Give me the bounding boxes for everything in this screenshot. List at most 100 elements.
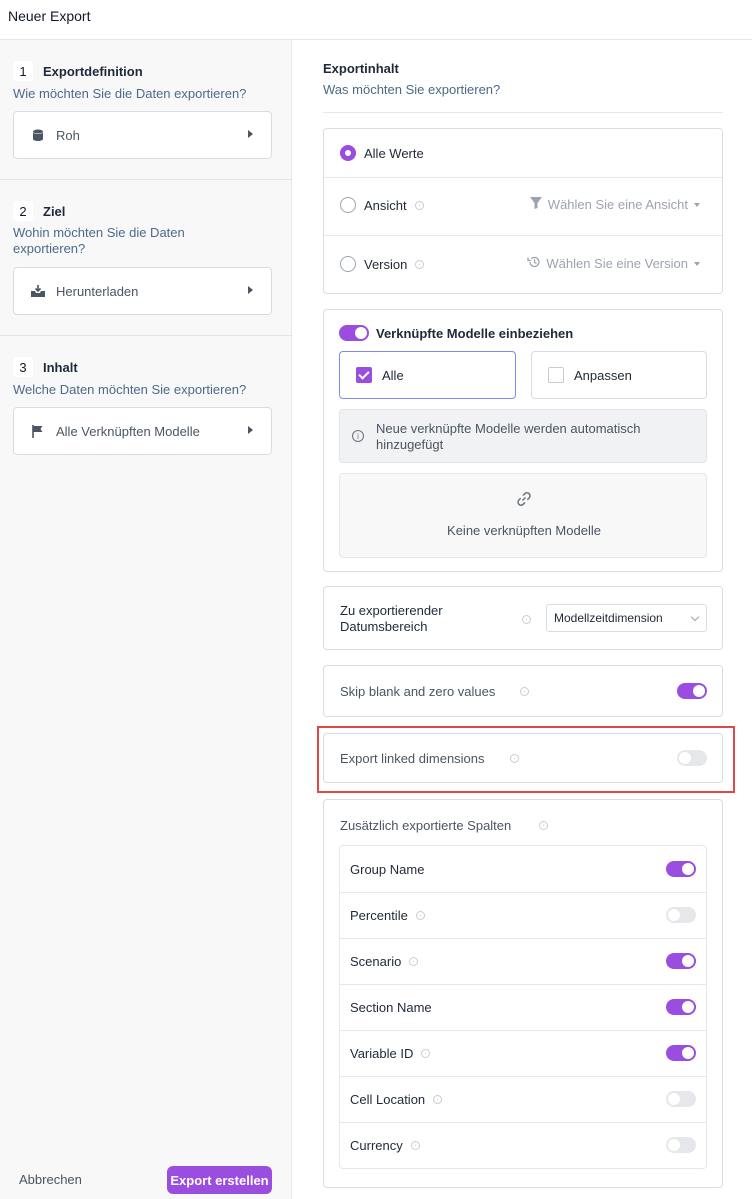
- stepper-panel: 1 Exportdefinition Wie möchten Sie die D…: [0, 40, 292, 1199]
- help-icon: [415, 259, 425, 269]
- column-label: Group Name: [350, 861, 425, 877]
- choice-all-label: Alle: [382, 367, 404, 383]
- filter-icon: [529, 197, 542, 212]
- radio-button[interactable]: [340, 145, 356, 161]
- column-row-currency: Currency: [340, 1122, 706, 1168]
- column-label: Cell Location: [350, 1091, 426, 1107]
- export-linked-dims-toggle[interactable]: [677, 750, 707, 766]
- export-linked-dims-card: Export linked dimensions: [323, 733, 723, 783]
- chevron-down-icon: [690, 612, 700, 622]
- step-3-selector[interactable]: Alle Verknüpften Modelle: [13, 407, 272, 455]
- help-icon: [414, 200, 424, 210]
- column-toggle[interactable]: [666, 907, 696, 923]
- skip-blank-label: Skip blank and zero values: [340, 684, 496, 699]
- choice-custom[interactable]: Anpassen: [531, 351, 707, 399]
- create-export-button[interactable]: Export erstellen: [167, 1166, 272, 1194]
- step-3-header: 3 Inhalt: [13, 357, 78, 377]
- step-3-title: Inhalt: [43, 359, 78, 375]
- column-row-variable-id: Variable ID: [340, 1030, 706, 1076]
- column-toggle[interactable]: [666, 1045, 696, 1061]
- choice-custom-label: Anpassen: [574, 367, 632, 383]
- caret-right-icon: [248, 130, 253, 138]
- divider: [324, 177, 722, 178]
- help-icon: [520, 687, 529, 696]
- choice-all[interactable]: Alle: [339, 351, 516, 399]
- help-icon: [421, 1048, 431, 1058]
- help-icon: [433, 1094, 443, 1104]
- info-text: Neue verknüpfte Modelle werden automatis…: [376, 421, 641, 452]
- column-row-cell-location: Cell Location: [340, 1076, 706, 1122]
- extra-columns-list: Group Name Percentile Scenario Section N…: [339, 845, 707, 1169]
- date-range-value: Modellzeitdimension: [554, 611, 663, 625]
- help-icon: [409, 956, 419, 966]
- column-toggle[interactable]: [666, 861, 696, 877]
- version-picker[interactable]: Wählen Sie eine Version: [527, 256, 700, 271]
- cancel-button[interactable]: Abbrechen: [19, 1172, 82, 1187]
- step-1-selector[interactable]: Roh: [13, 111, 272, 159]
- checkbox[interactable]: [548, 367, 564, 383]
- column-label: Currency: [350, 1137, 403, 1153]
- step-3-question: Welche Daten möchten Sie exportieren?: [13, 382, 247, 397]
- help-icon: [539, 821, 548, 830]
- step-1-number: 1: [13, 61, 33, 81]
- info-banner: i Neue verknüpfte Modelle werden automat…: [339, 409, 707, 463]
- radio-label: Alle Werte: [364, 145, 424, 161]
- export-linked-dims-label: Export linked dimensions: [340, 751, 485, 766]
- date-range-select[interactable]: Modellzeitdimension: [546, 604, 707, 632]
- column-toggle[interactable]: [666, 999, 696, 1015]
- linked-models-card: Verknüpfte Modelle einbeziehen Alle Anpa…: [323, 309, 723, 572]
- step-2-value: Herunterladen: [56, 283, 139, 299]
- help-icon: [522, 615, 531, 624]
- checkbox[interactable]: [356, 367, 372, 383]
- radio-button[interactable]: [340, 256, 356, 272]
- linked-models-toggle[interactable]: [339, 325, 369, 341]
- caret-right-icon: [248, 286, 253, 294]
- radio-label: Ansicht: [364, 197, 407, 213]
- date-range-label: Zu exportierender Datumsbereich: [340, 603, 443, 634]
- step-2-number: 2: [13, 201, 33, 221]
- column-label: Percentile: [350, 907, 408, 923]
- link-icon: [515, 490, 533, 511]
- column-row-scenario: Scenario: [340, 938, 706, 984]
- view-picker-label: Wählen Sie eine Ansicht: [547, 197, 688, 212]
- step-3-value: Alle Verknüpften Modelle: [56, 423, 200, 439]
- date-range-card: Zu exportierender Datumsbereich Modellze…: [323, 586, 723, 650]
- section-title: Exportinhalt: [323, 61, 399, 76]
- info-icon: i: [352, 430, 364, 442]
- dialog-title: Neuer Export: [8, 8, 91, 24]
- column-row-percentile: Percentile: [340, 892, 706, 938]
- step-2-question: Wohin möchten Sie die Daten exportieren?: [13, 225, 185, 256]
- extra-columns-card: Zusätzlich exportierte Spalten Group Nam…: [323, 799, 723, 1188]
- content-panel: Exportinhalt Was möchten Sie exportieren…: [293, 40, 752, 1199]
- linked-models-label: Verknüpfte Modelle einbeziehen: [376, 326, 574, 341]
- step-2-selector[interactable]: Herunterladen: [13, 267, 272, 315]
- help-icon: [510, 754, 519, 763]
- column-toggle[interactable]: [666, 1137, 696, 1153]
- step-1-value: Roh: [56, 127, 80, 143]
- divider: [324, 235, 722, 236]
- view-picker[interactable]: Wählen Sie eine Ansicht: [529, 197, 700, 212]
- step-1-question: Wie möchten Sie die Daten exportieren?: [13, 86, 247, 101]
- history-icon: [527, 256, 540, 271]
- radio-all-values[interactable]: Alle Werte: [324, 145, 722, 161]
- step-divider: [0, 335, 292, 336]
- column-label: Variable ID: [350, 1045, 414, 1061]
- column-toggle[interactable]: [666, 953, 696, 969]
- step-3-number: 3: [13, 357, 33, 377]
- flag-icon: [30, 423, 46, 439]
- top-bar: Neuer Export: [0, 0, 752, 40]
- step-2-header: 2 Ziel: [13, 201, 65, 221]
- version-picker-label: Wählen Sie eine Version: [546, 256, 688, 271]
- section-divider: [323, 112, 723, 113]
- step-divider: [0, 179, 292, 180]
- step-1-title: Exportdefinition: [43, 63, 143, 79]
- empty-state: Keine verknüpften Modelle: [339, 473, 707, 558]
- column-label: Section Name: [350, 999, 432, 1015]
- empty-state-text: Keine verknüpften Modelle: [447, 523, 601, 538]
- radio-button[interactable]: [340, 197, 356, 213]
- skip-blank-toggle[interactable]: [677, 683, 707, 699]
- skip-blank-card: Skip blank and zero values: [323, 665, 723, 717]
- column-toggle[interactable]: [666, 1091, 696, 1107]
- radio-label: Version: [364, 256, 408, 272]
- dropdown-caret-icon: [694, 202, 700, 207]
